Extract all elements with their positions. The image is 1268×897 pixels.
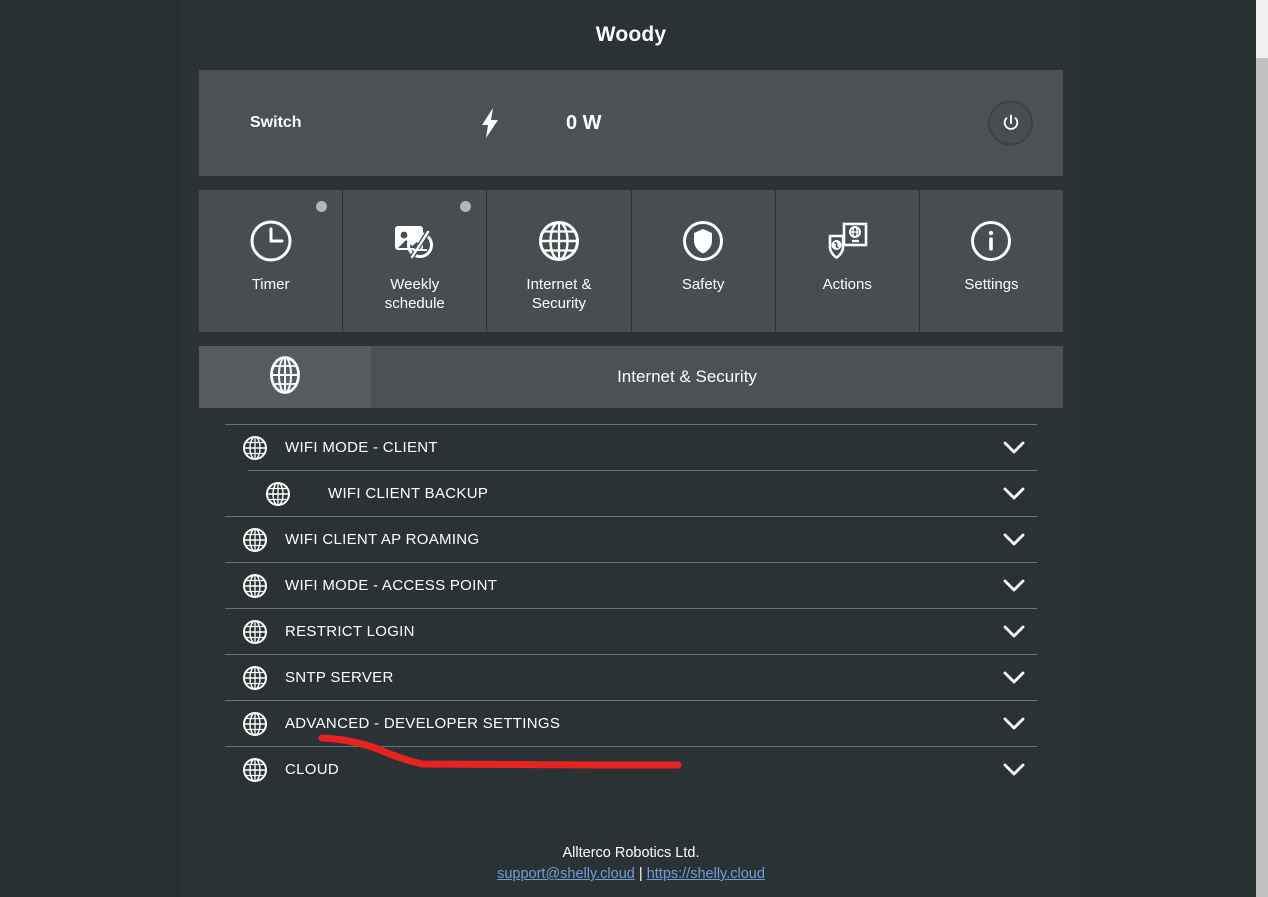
accordion-row-label: WIFI CLIENT AP ROAMING <box>285 531 480 548</box>
accordion-row-label: WIFI MODE - ACCESS POINT <box>285 577 498 594</box>
footer: Allterco Robotics Ltd. support@shelly.cl… <box>182 843 1080 885</box>
accordion-row-advanced-developer-settings[interactable]: ADVANCED - DEVELOPER SETTINGS <box>225 700 1037 746</box>
accordion-row-label: WIFI MODE - CLIENT <box>285 439 438 456</box>
switch-label: Switch <box>250 114 302 131</box>
accordion-row-wifi-client-ap-roaming[interactable]: WIFI CLIENT AP ROAMING <box>225 516 1037 562</box>
tile-label-line2: Security <box>531 295 587 312</box>
accordion-row-sntp-server[interactable]: SNTP SERVER <box>225 654 1037 700</box>
info-icon <box>969 217 1013 265</box>
tile-weekly-schedule[interactable]: Weekly schedule <box>343 190 487 332</box>
chevron-down-icon[interactable] <box>991 625 1037 639</box>
globe-icon <box>225 527 285 553</box>
section-title: Internet & Security <box>617 367 757 386</box>
page-scrollbar[interactable] <box>1256 0 1268 897</box>
website-link[interactable]: https://shelly.cloud <box>647 866 765 882</box>
chevron-down-icon[interactable] <box>991 533 1037 547</box>
accordion-row-label: ADVANCED - DEVELOPER SETTINGS <box>285 715 561 732</box>
power-icon <box>1003 114 1018 130</box>
globe-icon <box>537 217 581 265</box>
chevron-down-icon[interactable] <box>991 717 1037 731</box>
support-email-link[interactable]: support@shelly.cloud <box>497 866 635 882</box>
section-header: Internet & Security <box>199 346 1063 408</box>
tile-weekly-schedule-label: Weekly schedule <box>385 275 445 313</box>
tile-timer[interactable]: Timer <box>199 190 343 332</box>
status-dot <box>460 201 472 212</box>
tile-label-line1: Internet & <box>526 276 592 293</box>
globe-icon <box>248 481 308 507</box>
status-dot <box>316 201 328 212</box>
footer-company: Allterco Robotics Ltd. <box>562 845 700 861</box>
tile-timer-label: Timer <box>251 276 290 293</box>
globe-icon <box>225 665 285 691</box>
accordion-row-label: RESTRICT LOGIN <box>285 623 415 640</box>
chevron-down-icon[interactable] <box>991 671 1037 685</box>
chevron-down-icon[interactable] <box>991 763 1037 777</box>
settings-accordion: WIFI MODE - CLIENT WIFI CLIENT BACKUP WI… <box>225 424 1037 792</box>
accordion-row-label: WIFI CLIENT BACKUP <box>328 485 489 502</box>
accordion-row-label: CLOUD <box>285 761 340 778</box>
lightning-bolt-icon <box>470 108 510 138</box>
accordion-row-wifi-client-backup[interactable]: WIFI CLIENT BACKUP <box>248 470 1037 516</box>
footer-links: support@shelly.cloud | https://shelly.cl… <box>182 864 1080 885</box>
globe-icon <box>225 435 285 461</box>
tile-actions-label: Actions <box>822 276 872 293</box>
accordion-row-wifi-mode-access-point[interactable]: WIFI MODE - ACCESS POINT <box>225 562 1037 608</box>
tile-actions[interactable]: Actions <box>775 190 919 332</box>
accordion-row-label: SNTP SERVER <box>285 669 394 686</box>
device-page: Woody Switch 0 W Timer Weekly schedule I… <box>182 0 1080 897</box>
accordion-row-cloud[interactable]: CLOUD <box>225 746 1037 792</box>
accordion-row-restrict-login[interactable]: RESTRICT LOGIN <box>225 608 1037 654</box>
tile-internet-security-label: Internet & Security <box>526 275 591 313</box>
shield-icon <box>681 217 725 265</box>
accordion-row-wifi-mode-client[interactable]: WIFI MODE - CLIENT <box>225 424 1037 470</box>
scrollbar-thumb[interactable] <box>1256 58 1268 897</box>
actions-icon <box>824 217 870 265</box>
globe-icon <box>225 619 285 645</box>
globe-icon <box>267 353 303 402</box>
page-title: Woody <box>595 23 667 46</box>
globe-icon <box>225 757 285 783</box>
footer-separator: | <box>638 866 643 882</box>
tile-settings-label: Settings <box>964 276 1019 293</box>
container-seam-right <box>1080 0 1081 897</box>
section-globe-button[interactable] <box>199 346 371 408</box>
power-toggle-button[interactable] <box>988 100 1033 146</box>
switch-bar: Switch 0 W <box>199 70 1063 176</box>
globe-icon <box>225 711 285 737</box>
feature-tiles: Timer Weekly schedule Internet & Securit… <box>199 190 1064 332</box>
tile-safety[interactable]: Safety <box>631 190 775 332</box>
tile-label-line2: schedule <box>384 295 445 312</box>
globe-icon <box>225 573 285 599</box>
chevron-down-icon[interactable] <box>991 487 1037 501</box>
power-reading: 0 W <box>566 111 602 134</box>
tile-settings[interactable]: Settings <box>919 190 1064 332</box>
chevron-down-icon[interactable] <box>991 579 1037 593</box>
clock-icon <box>249 217 293 265</box>
tile-safety-label: Safety <box>681 276 725 293</box>
tile-label-line1: Weekly <box>390 276 440 293</box>
calendar-slash-icon <box>392 217 438 265</box>
tile-internet-security[interactable]: Internet & Security <box>487 190 631 332</box>
chevron-down-icon[interactable] <box>991 441 1037 455</box>
